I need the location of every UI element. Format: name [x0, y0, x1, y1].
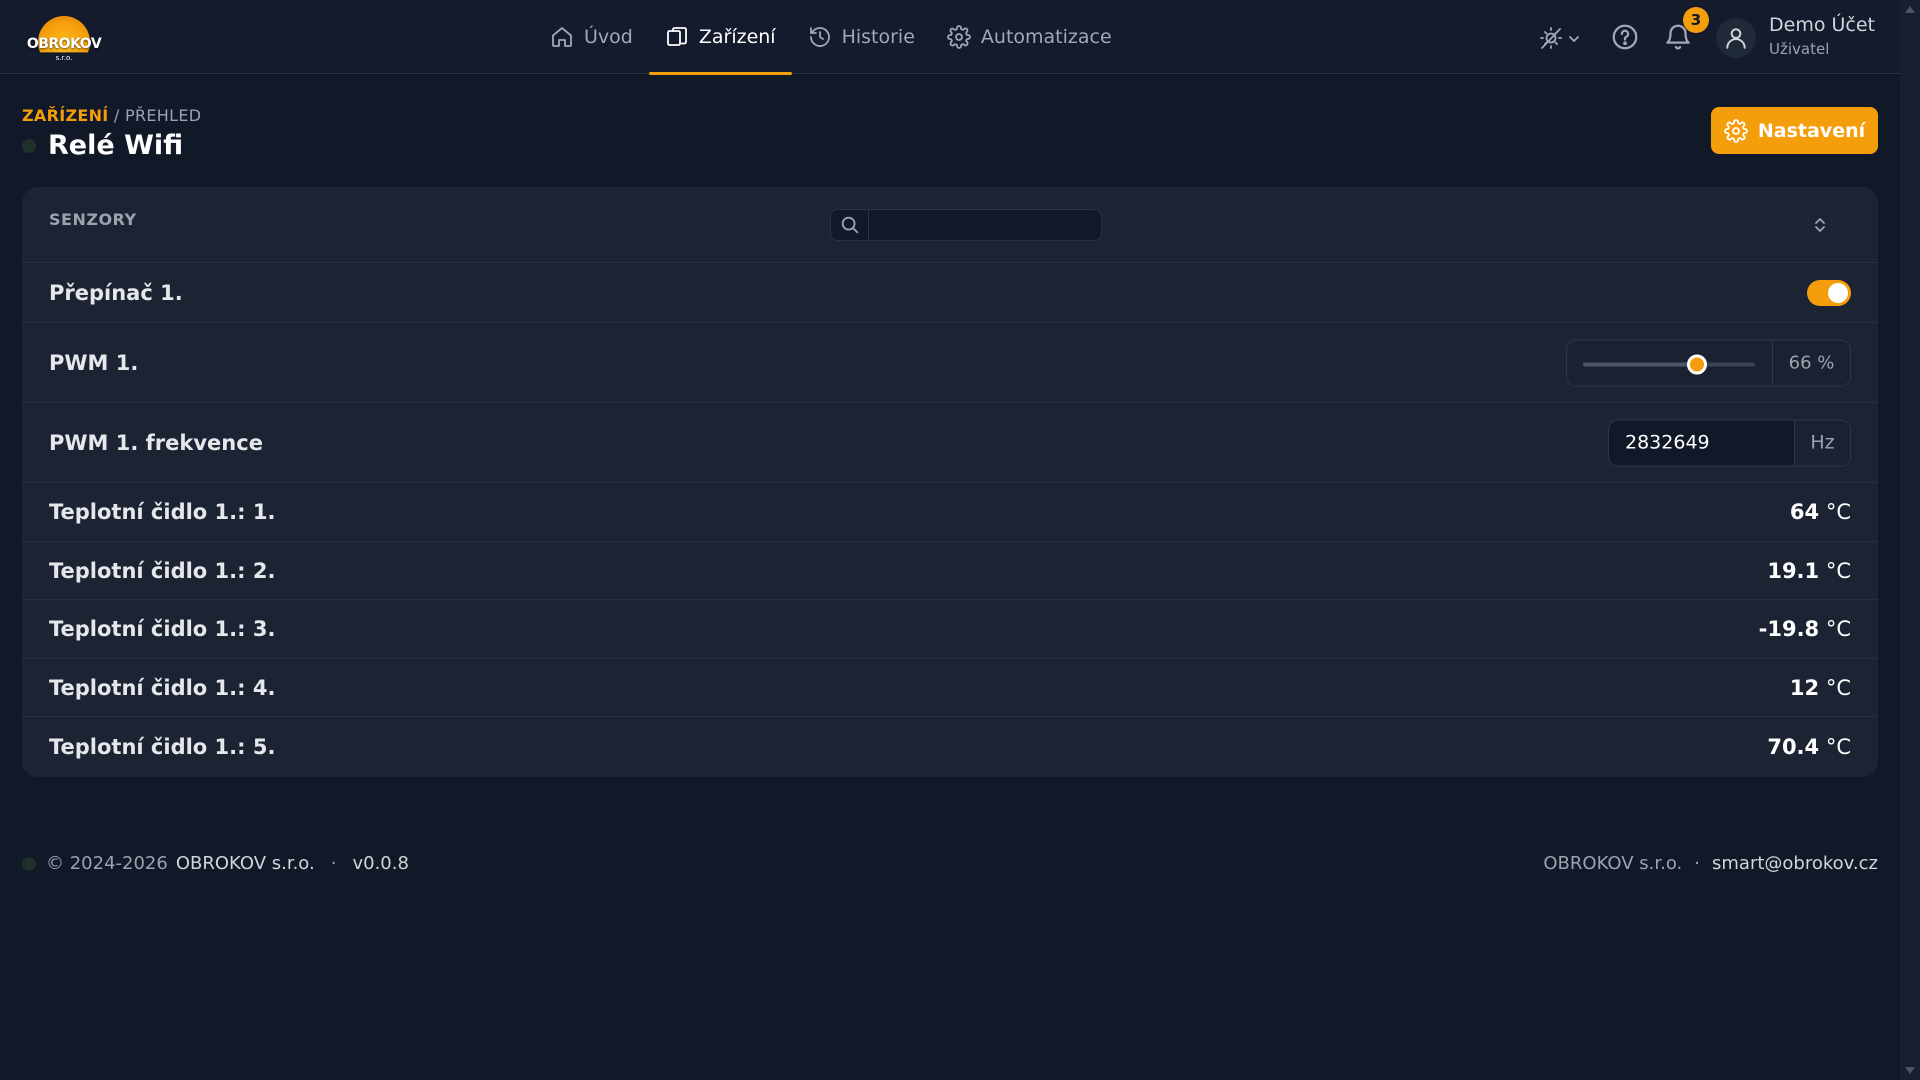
- sensors-card: SENZORY Přepínač 1. PWM 1. 66 % PWM 1. f…: [22, 187, 1878, 777]
- search-icon: [831, 210, 869, 240]
- footer-right: OBROKOV s.r.o. · smart@obrokov.cz: [1543, 853, 1878, 874]
- sun-moon-icon: [1540, 27, 1579, 49]
- sensor-value: 19.1 °C: [1767, 559, 1851, 583]
- gear-icon: [1724, 118, 1748, 143]
- sensor-label: Teplotní čidlo 1.: 4.: [49, 675, 276, 700]
- sensor-value: 64 °C: [1790, 500, 1851, 524]
- scroll-up-icon[interactable]: [1905, 6, 1915, 13]
- temp-unit: °C: [1819, 500, 1851, 524]
- device-status-dot: [22, 139, 36, 153]
- frequency-field: Hz: [1608, 419, 1851, 466]
- footer-email-link[interactable]: smart@obrokov.cz: [1712, 853, 1878, 874]
- help-icon: [1612, 24, 1638, 50]
- sensors-title: SENZORY: [49, 210, 137, 229]
- breadcrumb: ZAŘÍZENÍ / PŘEHLED: [22, 106, 201, 125]
- sensor-value: 12 °C: [1790, 676, 1851, 700]
- history-icon: [809, 27, 830, 47]
- nav-item-historie[interactable]: Historie: [792, 0, 931, 74]
- devices-icon: [666, 27, 687, 46]
- temp-unit: °C: [1819, 735, 1851, 759]
- nav-label: Úvod: [584, 26, 633, 48]
- pwm-slider-fill: [1583, 362, 1697, 366]
- sensor-label: Teplotní čidlo 1.: 5.: [49, 735, 276, 759]
- sensor-row-frequency: PWM 1. frekvence Hz: [22, 403, 1878, 483]
- nav-item-zarizeni[interactable]: Zařízení: [648, 0, 792, 75]
- frequency-input[interactable]: [1609, 420, 1795, 465]
- logo-sub: s.r.o.: [55, 54, 73, 62]
- pwm-value-display: 66 %: [1772, 340, 1850, 385]
- sort-toggle-icon[interactable]: [1810, 215, 1830, 235]
- search-input[interactable]: [870, 210, 1100, 240]
- logo-name: OBROKOV: [26, 36, 102, 52]
- pwm-slider-thumb[interactable]: [1686, 354, 1707, 374]
- page-title: Relé Wifi: [48, 130, 184, 161]
- sensor-label: Teplotní čidlo 1.: 3.: [49, 617, 276, 641]
- user-avatar[interactable]: [1716, 18, 1756, 58]
- page-scrollbar[interactable]: [1900, 0, 1920, 1080]
- footer-left: © 2024-2026 OBROKOV s.r.o. · v0.0.8: [22, 853, 409, 874]
- sensor-value: 70.4 °C: [1767, 735, 1851, 759]
- user-role: Uživatel: [1769, 40, 1830, 58]
- user-name[interactable]: Demo Účet: [1769, 14, 1875, 36]
- sensor-label: Teplotní čidlo 1.: 1.: [49, 500, 276, 524]
- temp-number: 12: [1789, 675, 1820, 700]
- temp-number: 70.4: [1767, 735, 1820, 759]
- footer-bullet: ·: [1694, 853, 1701, 874]
- nav-label: Historie: [841, 26, 915, 48]
- nav-item-automatizace[interactable]: Automatizace: [931, 0, 1128, 74]
- home-icon: [552, 27, 572, 47]
- settings-label: Nastavení: [1757, 119, 1866, 142]
- settings-button[interactable]: Nastavení: [1711, 107, 1878, 154]
- footer-company: OBROKOV s.r.o.: [175, 853, 315, 874]
- sensor-row-temp-1: Teplotní čidlo 1.: 1. 64 °C: [22, 483, 1878, 542]
- notification-badge: 3: [1683, 7, 1709, 33]
- breadcrumb-separator: /: [108, 106, 126, 125]
- sensor-row-temp-2: Teplotní čidlo 1.: 2. 19.1 °C: [22, 542, 1878, 600]
- temp-unit: °C: [1819, 617, 1851, 641]
- pwm-slider-track[interactable]: [1583, 354, 1755, 374]
- sensor-label: Přepínač 1.: [49, 280, 183, 305]
- temp-number: -19.8: [1758, 617, 1820, 641]
- temp-number: 19.1: [1767, 558, 1820, 583]
- pwm-slider-box: 66 %: [1566, 339, 1851, 386]
- footer-company-link[interactable]: OBROKOV s.r.o.: [1543, 853, 1682, 874]
- main-nav: Úvod Zařízení Historie Automatizace: [534, 0, 1128, 75]
- breadcrumb-current: PŘEHLED: [125, 106, 202, 125]
- sensor-row-pwm: PWM 1. 66 %: [22, 323, 1878, 403]
- switch-toggle[interactable]: [1807, 279, 1851, 306]
- user-icon: [1726, 28, 1746, 49]
- help-button[interactable]: [1610, 22, 1640, 52]
- sensor-row-temp-3: Teplotní čidlo 1.: 3. -19.8 °C: [22, 600, 1878, 659]
- company-logo[interactable]: OBROKOV s.r.o.: [26, 12, 102, 64]
- frequency-unit: Hz: [1794, 420, 1850, 465]
- temp-unit: °C: [1819, 675, 1851, 700]
- breadcrumb-link-devices[interactable]: ZAŘÍZENÍ: [22, 106, 109, 125]
- sensor-label: Teplotní čidlo 1.: 2.: [49, 558, 276, 583]
- sensor-row-temp-5: Teplotní čidlo 1.: 5. 70.4 °C: [22, 717, 1878, 777]
- sensor-row-switch: Přepínač 1.: [22, 263, 1878, 323]
- top-bar: OBROKOV s.r.o. Úvod Zařízení Historie Au…: [0, 0, 1900, 75]
- status-dot: [22, 856, 36, 871]
- nav-label: Automatizace: [980, 26, 1112, 48]
- sensor-value: -19.8 °C: [1759, 617, 1851, 641]
- sensor-search: [830, 209, 1102, 241]
- footer-bullet: ·: [330, 853, 337, 874]
- nav-label: Zařízení: [698, 26, 776, 48]
- toggle-knob: [1828, 282, 1848, 303]
- footer-copyright: © 2024-2026: [46, 853, 168, 874]
- sensor-row-temp-4: Teplotní čidlo 1.: 4. 12 °C: [22, 659, 1878, 717]
- nav-item-uvod[interactable]: Úvod: [534, 0, 649, 74]
- sensor-label: PWM 1. frekvence: [49, 430, 263, 455]
- sensors-card-header: SENZORY: [22, 187, 1878, 263]
- scroll-down-icon[interactable]: [1905, 1067, 1915, 1074]
- gear-icon: [947, 25, 971, 49]
- sensor-label: PWM 1.: [49, 350, 139, 375]
- temp-number: 64: [1789, 500, 1820, 524]
- theme-switch-button[interactable]: [1538, 22, 1582, 52]
- temp-unit: °C: [1819, 558, 1851, 583]
- footer-version: v0.0.8: [352, 853, 409, 874]
